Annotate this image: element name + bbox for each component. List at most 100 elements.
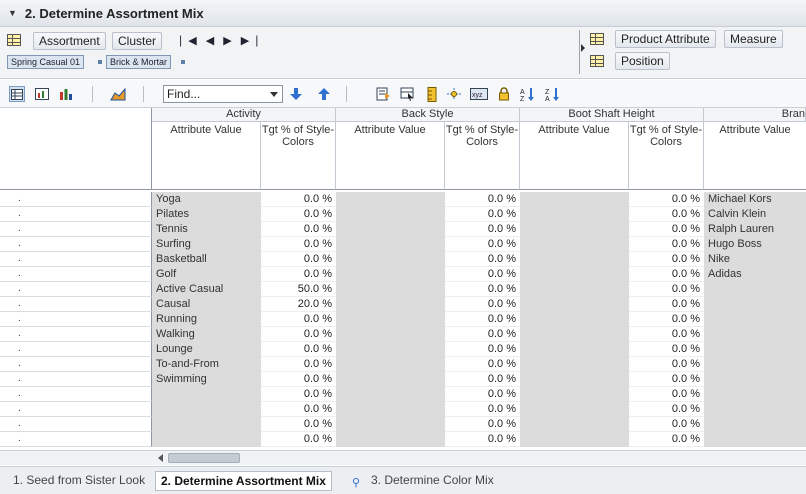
back-style-tgt-pct-cell[interactable]: 0.0 % (445, 417, 520, 432)
row-header[interactable]: . (0, 207, 152, 222)
row-header[interactable]: . (0, 417, 152, 432)
product-attribute-tile[interactable]: Product Attribute (615, 30, 716, 48)
activity-tgt-pct-cell[interactable]: 0.0 % (261, 402, 336, 417)
back-style-tgt-pct-cell[interactable]: 0.0 % (445, 327, 520, 342)
tab-determine-color-mix[interactable]: 3. Determine Color Mix (366, 471, 499, 491)
back-style-tgt-pct-cell[interactable]: 0.0 % (445, 207, 520, 222)
collapse-chevron-icon[interactable]: ▼ (8, 8, 17, 18)
back-style-tgt-pct-cell[interactable]: 0.0 % (445, 282, 520, 297)
page-navigation-arrows-icon[interactable]: ❘◀ ◀ ▶ ▶❘ (176, 34, 264, 47)
horizontal-scrollbar[interactable] (0, 450, 806, 465)
boot-shaft-tgt-pct-cell[interactable]: 0.0 % (629, 237, 704, 252)
position-tile[interactable]: Position (615, 52, 670, 70)
row-header[interactable]: . (0, 342, 152, 357)
back-style-tgt-pct-cell[interactable]: 0.0 % (445, 372, 520, 387)
area-chart-icon[interactable] (110, 86, 126, 102)
row-header[interactable]: . (0, 192, 152, 207)
boot-shaft-tgt-pct-cell[interactable]: 0.0 % (629, 327, 704, 342)
activity-tgt-pct-cell[interactable]: 0.0 % (261, 342, 336, 357)
boot-shaft-tgt-pct-cell[interactable]: 0.0 % (629, 417, 704, 432)
back-style-tgt-pct-cell[interactable]: 0.0 % (445, 267, 520, 282)
row-header[interactable]: . (0, 387, 152, 402)
subheader-attribute-value[interactable]: Attribute Value (704, 122, 806, 190)
back-style-tgt-pct-cell[interactable]: 0.0 % (445, 297, 520, 312)
row-header[interactable]: . (0, 297, 152, 312)
filter-chip-assortment[interactable]: Spring Casual 01 (7, 55, 85, 69)
back-style-tgt-pct-cell[interactable]: 0.0 % (445, 357, 520, 372)
pivot-splitter[interactable] (579, 30, 585, 74)
activity-tgt-pct-cell[interactable]: 0.0 % (261, 207, 336, 222)
row-header[interactable]: . (0, 432, 152, 447)
back-style-tgt-pct-cell[interactable]: 0.0 % (445, 402, 520, 417)
activity-tgt-pct-cell[interactable]: 0.0 % (261, 222, 336, 237)
bar-chart-view-icon[interactable] (58, 86, 74, 102)
row-header[interactable]: . (0, 402, 152, 417)
column-group-brand[interactable]: Bran (704, 108, 806, 122)
boot-shaft-tgt-pct-cell[interactable]: 0.0 % (629, 192, 704, 207)
assortment-tile[interactable]: Assortment (33, 32, 106, 50)
find-next-down-arrow-icon[interactable] (288, 86, 304, 102)
filter-chip-cluster[interactable]: Brick & Mortar (106, 55, 172, 69)
lock-icon[interactable] (496, 86, 512, 102)
boot-shaft-tgt-pct-cell[interactable]: 0.0 % (629, 432, 704, 447)
activity-tgt-pct-cell[interactable]: 0.0 % (261, 387, 336, 402)
scroll-left-arrow-icon[interactable] (158, 454, 163, 462)
activity-tgt-pct-cell[interactable]: 0.0 % (261, 267, 336, 282)
activity-tgt-pct-cell[interactable]: 0.0 % (261, 327, 336, 342)
row-header[interactable]: . (0, 372, 152, 387)
row-header[interactable]: . (0, 252, 152, 267)
position-grid-icon[interactable] (590, 55, 604, 67)
back-style-tgt-pct-cell[interactable]: 0.0 % (445, 312, 520, 327)
activity-tgt-pct-cell[interactable]: 0.0 % (261, 417, 336, 432)
spread-icon[interactable] (446, 86, 462, 102)
row-header[interactable]: . (0, 222, 152, 237)
activity-tgt-pct-cell[interactable]: 50.0 % (261, 282, 336, 297)
scrollbar-thumb[interactable] (168, 453, 240, 463)
back-style-tgt-pct-cell[interactable]: 0.0 % (445, 237, 520, 252)
subheader-tgt-pct[interactable]: Tgt % of Style-Colors (445, 122, 520, 190)
boot-shaft-tgt-pct-cell[interactable]: 0.0 % (629, 267, 704, 282)
table-view-icon[interactable] (9, 86, 25, 102)
boot-shaft-tgt-pct-cell[interactable]: 0.0 % (629, 372, 704, 387)
row-dimension-grid-icon[interactable] (7, 34, 21, 46)
find-dropdown-icon[interactable] (270, 92, 278, 97)
activity-tgt-pct-cell[interactable]: 0.0 % (261, 237, 336, 252)
row-header[interactable]: . (0, 237, 152, 252)
activity-tgt-pct-cell[interactable]: 0.0 % (261, 432, 336, 447)
activity-tgt-pct-cell[interactable]: 0.0 % (261, 372, 336, 387)
back-style-tgt-pct-cell[interactable]: 0.0 % (445, 432, 520, 447)
row-header[interactable]: . (0, 357, 152, 372)
row-header[interactable]: . (0, 282, 152, 297)
activity-tgt-pct-cell[interactable]: 0.0 % (261, 312, 336, 327)
row-header[interactable]: . (0, 327, 152, 342)
boot-shaft-tgt-pct-cell[interactable]: 0.0 % (629, 252, 704, 267)
subheader-tgt-pct[interactable]: Tgt % of Style-Colors (261, 122, 336, 190)
find-input[interactable]: Find... (163, 85, 283, 103)
boot-shaft-tgt-pct-cell[interactable]: 0.0 % (629, 387, 704, 402)
back-style-tgt-pct-cell[interactable]: 0.0 % (445, 192, 520, 207)
back-style-tgt-pct-cell[interactable]: 0.0 % (445, 387, 520, 402)
boot-shaft-tgt-pct-cell[interactable]: 0.0 % (629, 282, 704, 297)
column-dimension-grid-icon[interactable] (590, 33, 604, 45)
chart-table-view-icon[interactable] (34, 86, 50, 102)
back-style-tgt-pct-cell[interactable]: 0.0 % (445, 222, 520, 237)
boot-shaft-tgt-pct-cell[interactable]: 0.0 % (629, 207, 704, 222)
boot-shaft-tgt-pct-cell[interactable]: 0.0 % (629, 222, 704, 237)
measure-tile[interactable]: Measure (724, 30, 783, 48)
subheader-attribute-value[interactable]: Attribute Value (152, 122, 261, 190)
tab-determine-assortment-mix[interactable]: 2. Determine Assortment Mix (155, 471, 332, 491)
sort-ascending-icon[interactable]: AZ (520, 86, 536, 102)
sort-descending-icon[interactable]: ZA (545, 86, 561, 102)
activity-tgt-pct-cell[interactable]: 20.0 % (261, 297, 336, 312)
back-style-tgt-pct-cell[interactable]: 0.0 % (445, 252, 520, 267)
boot-shaft-tgt-pct-cell[interactable]: 0.0 % (629, 312, 704, 327)
xyz-calc-icon[interactable]: xyz (470, 86, 488, 102)
select-cells-icon[interactable] (399, 86, 415, 102)
boot-shaft-tgt-pct-cell[interactable]: 0.0 % (629, 297, 704, 312)
boot-shaft-tgt-pct-cell[interactable]: 0.0 % (629, 357, 704, 372)
cluster-tile[interactable]: Cluster (112, 32, 163, 50)
export-icon[interactable] (375, 86, 391, 102)
find-previous-up-arrow-icon[interactable] (316, 86, 332, 102)
column-group-boot-shaft-height[interactable]: Boot Shaft Height (520, 108, 704, 122)
row-header[interactable]: . (0, 312, 152, 327)
